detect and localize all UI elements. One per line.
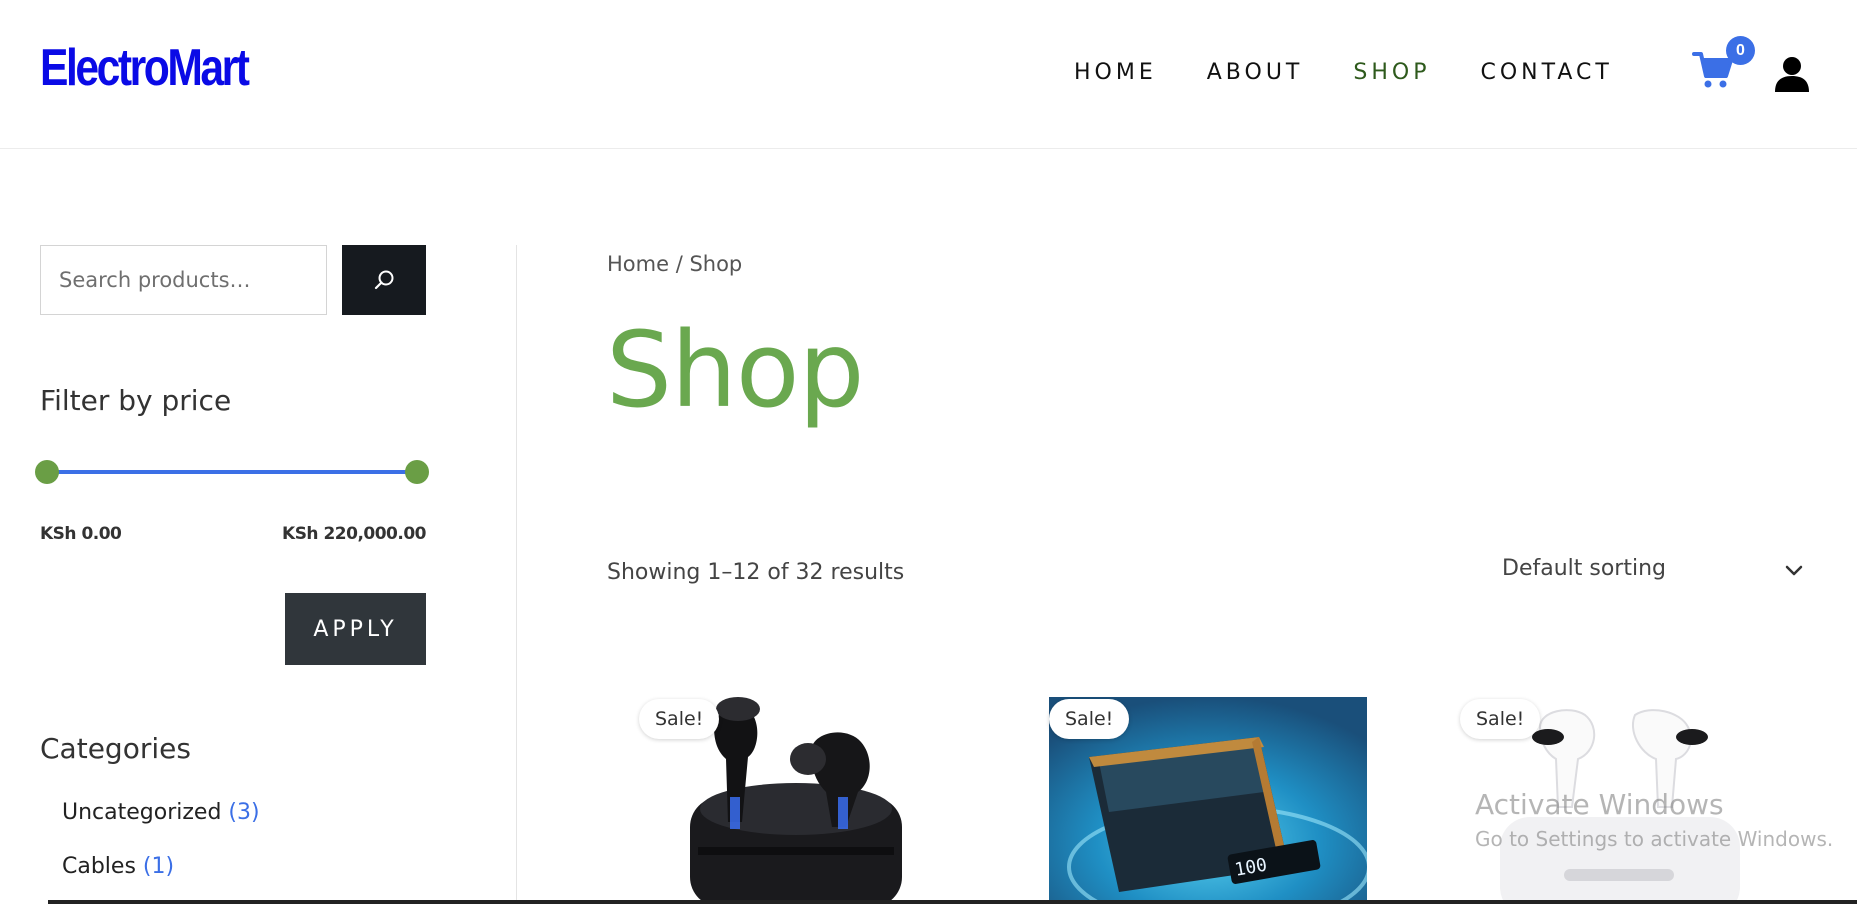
page-title: Shop xyxy=(606,309,865,431)
bottom-border xyxy=(48,900,1857,904)
chevron-down-icon xyxy=(1785,565,1803,576)
cart-count-badge: 0 xyxy=(1726,36,1755,65)
category-name[interactable]: Uncategorized xyxy=(62,800,221,825)
user-icon[interactable] xyxy=(1774,56,1810,92)
sale-badge: Sale! xyxy=(1049,699,1130,739)
price-max-label: KSh 220,000.00 xyxy=(282,524,426,544)
nav-about[interactable]: ABOUT xyxy=(1207,58,1304,88)
main-nav: HOME ABOUT SHOP CONTACT xyxy=(1074,58,1663,88)
sort-dropdown[interactable]: Default sorting xyxy=(1502,556,1812,592)
price-min-label: KSh 0.00 xyxy=(40,524,122,544)
site-header: ElectroMart HOME ABOUT SHOP CONTACT 0 xyxy=(0,0,1857,149)
price-slider-min-handle[interactable] xyxy=(35,460,59,484)
categories-title: Categories xyxy=(40,732,191,765)
site-logo[interactable]: ElectroMart xyxy=(40,38,250,98)
breadcrumb[interactable]: Home / Shop xyxy=(607,252,742,276)
filter-by-price-title: Filter by price xyxy=(40,384,232,417)
category-item[interactable]: Uncategorized (3) xyxy=(62,800,260,825)
category-name[interactable]: Cables xyxy=(62,854,136,879)
price-slider-track[interactable] xyxy=(47,470,417,474)
result-count: Showing 1–12 of 32 results xyxy=(607,560,905,585)
nav-contact[interactable]: CONTACT xyxy=(1480,58,1612,88)
category-count: (3) xyxy=(228,800,260,825)
nav-home[interactable]: HOME xyxy=(1074,58,1157,88)
windows-activation-watermark: Activate Windows Go to Settings to activ… xyxy=(1475,788,1833,851)
watermark-title: Activate Windows xyxy=(1475,788,1724,821)
product-search-input[interactable] xyxy=(40,245,327,315)
sort-selected-value: Default sorting xyxy=(1502,556,1666,581)
sale-badge: Sale! xyxy=(1460,699,1541,739)
search-button[interactable] xyxy=(342,245,426,315)
nav-shop[interactable]: SHOP xyxy=(1353,58,1430,88)
price-slider-max-handle[interactable] xyxy=(405,460,429,484)
category-count: (1) xyxy=(142,854,175,879)
sidebar-divider xyxy=(516,245,517,904)
apply-filter-button[interactable]: APPLY xyxy=(285,593,426,665)
category-item[interactable]: Cables (1) xyxy=(62,854,174,879)
search-icon xyxy=(374,270,394,290)
watermark-subtitle: Go to Settings to activate Windows. xyxy=(1475,827,1834,851)
sale-badge: Sale! xyxy=(639,699,720,739)
